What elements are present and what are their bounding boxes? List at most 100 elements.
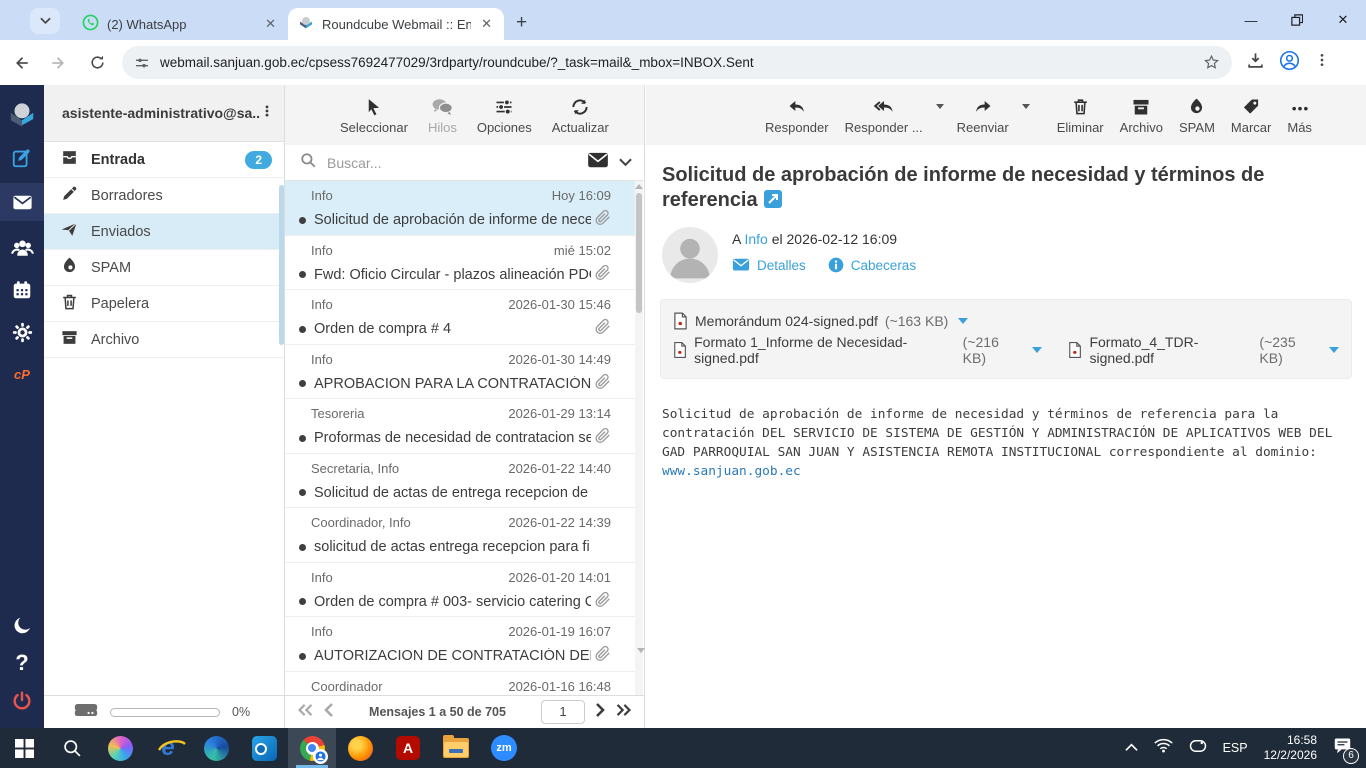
select-button[interactable]: Seleccionar [333,93,415,137]
forward-button[interactable] [42,46,76,80]
minimize-button[interactable]: — [1228,0,1274,40]
outlook-icon[interactable] [240,728,288,768]
tab-search-button[interactable] [30,8,60,34]
cpanel-nav-button[interactable]: cP [0,355,44,393]
folder-drafts[interactable]: Borradores [44,178,284,214]
file-explorer-icon[interactable] [432,728,480,768]
browser-menu-icon[interactable] [1314,52,1330,73]
profile-icon[interactable] [1279,50,1300,76]
message-list-item[interactable]: Secretaria, Info 2026-01-22 14:40 Solici… [285,454,637,508]
attachment-menu-caret[interactable] [1032,347,1043,353]
folder-archive[interactable]: Archivo [44,322,284,358]
chrome-icon[interactable] [288,728,336,768]
message-list-item[interactable]: Coordinador 2026-01-16 16:48 [285,672,637,696]
internet-explorer-icon[interactable]: e [144,728,192,768]
close-tab-icon[interactable]: ✕ [479,16,494,32]
contacts-nav-button[interactable] [0,229,44,267]
page-number-input[interactable]: 1 [541,700,585,724]
list-scrollbar[interactable] [635,181,645,695]
first-page-button[interactable] [297,703,314,721]
downloads-icon[interactable] [1246,51,1265,75]
back-button[interactable] [4,46,38,80]
last-page-button[interactable] [615,703,632,721]
inbox-icon [60,148,79,171]
folder-inbox[interactable]: Entrada 2 [44,142,284,178]
attachment-item[interactable]: Memorándum 024-signed.pdf (~163 KB) [673,312,969,330]
logout-button[interactable] [0,682,44,720]
folder-scrollbar[interactable] [279,185,284,345]
message-list-item[interactable]: Info 2026-01-20 14:01 Orden de compra # … [285,563,637,617]
bookmark-star-icon[interactable] [1203,54,1220,71]
address-bar[interactable]: webmail.sanjuan.gob.ec/cpsess7692477029/… [122,46,1232,79]
body-link[interactable]: www.sanjuan.gob.ec [662,464,801,479]
archive-button[interactable]: Archivo [1113,93,1170,137]
site-settings-icon[interactable] [134,55,150,71]
reply-all-button[interactable]: Responder ... [838,93,930,137]
help-button[interactable]: ? [0,644,44,682]
attachment-item[interactable]: Formato 1_Informe de Necesidad-signed.pd… [673,334,1043,366]
recipient-link[interactable]: Info [744,231,767,247]
reload-button[interactable] [80,46,114,80]
edge-icon[interactable] [192,728,240,768]
mark-button[interactable]: Marcar [1224,93,1278,137]
account-header[interactable]: asistente-administrativo@sa... [44,85,284,142]
message-list-item[interactable]: Info mié 15:02 Fwd: Oficio Circular - pl… [285,236,637,290]
folder-trash[interactable]: Papelera [44,286,284,322]
message-list-item[interactable]: Info 2026-01-30 14:49 APROBACION PARA LA… [285,345,637,399]
refresh-button[interactable]: Actualizar [545,93,616,137]
tab-whatsapp[interactable]: (2) WhatsApp ✕ [72,8,288,40]
reply-icon [786,95,808,117]
new-tab-button[interactable]: + [516,12,527,34]
firefox-icon[interactable] [336,728,384,768]
attachment-menu-caret[interactable] [958,318,969,324]
cast-icon[interactable] [1189,739,1207,758]
search-input[interactable] [327,154,587,171]
folder-spam[interactable]: SPAM [44,250,284,286]
clock[interactable]: 16:58 12/2/2026 [1264,733,1317,763]
message-list-item[interactable]: Info 2026-01-19 16:07 AUTORIZACION DE CO… [285,617,637,672]
mail-nav-button[interactable] [0,183,44,221]
attachment-menu-caret[interactable] [1329,347,1339,353]
settings-nav-button[interactable] [0,313,44,351]
forward-menu-caret[interactable] [1018,104,1034,127]
next-page-button[interactable] [595,703,605,721]
language-indicator[interactable]: ESP [1223,741,1248,755]
details-toggle[interactable]: Detalles [732,258,806,273]
message-list-item[interactable]: Coordinador, Info 2026-01-22 14:39 solic… [285,508,637,563]
close-tab-icon[interactable]: ✕ [263,16,278,32]
search-options-chevron-icon[interactable] [619,154,632,172]
forward-button[interactable]: Reenviar [950,93,1016,137]
zoom-icon[interactable]: zm [480,728,528,768]
calendar-nav-button[interactable] [0,271,44,309]
start-button[interactable] [0,728,48,768]
tray-chevron-icon[interactable] [1124,739,1138,757]
wifi-icon[interactable] [1153,738,1173,758]
folder-sent[interactable]: Enviados [44,214,284,250]
notifications-icon[interactable]: 6 [1333,737,1359,764]
options-button[interactable]: Opciones [470,93,539,137]
copilot-icon[interactable] [96,728,144,768]
reply-all-menu-caret[interactable] [932,104,948,127]
account-menu-icon[interactable] [260,102,274,125]
open-in-new-window-icon[interactable] [763,190,782,208]
headers-toggle[interactable]: Cabeceras [828,257,916,273]
message-list-item[interactable]: Info 2026-01-30 15:46 Orden de compra # … [285,290,637,345]
tab-title: (2) WhatsApp [107,16,187,32]
maximize-button[interactable] [1274,0,1320,40]
prev-page-button[interactable] [324,703,334,721]
attachment-item[interactable]: Formato_4_TDR-signed.pdf (~235 KB) [1068,334,1339,366]
spam-button[interactable]: SPAM [1172,93,1222,137]
dark-mode-toggle[interactable] [0,606,44,644]
message-list-item[interactable]: Info Hoy 16:09 Solicitud de aprobación d… [285,181,637,236]
delete-button[interactable]: Eliminar [1050,93,1111,137]
close-window-button[interactable]: ✕ [1320,0,1366,40]
search-scope-envelope-icon[interactable] [587,152,609,174]
compose-button[interactable] [0,139,44,177]
reply-button[interactable]: Responder [758,93,836,137]
threads-button[interactable]: Hilos [421,93,464,137]
acrobat-icon[interactable]: A [384,728,432,768]
message-list-item[interactable]: Tesoreria 2026-01-29 13:14 Proformas de … [285,399,637,454]
tab-roundcube[interactable]: Roundcube Webmail :: Enviados ✕ [288,8,504,40]
taskbar-search-button[interactable] [48,728,96,768]
more-button[interactable]: Más [1280,93,1319,137]
